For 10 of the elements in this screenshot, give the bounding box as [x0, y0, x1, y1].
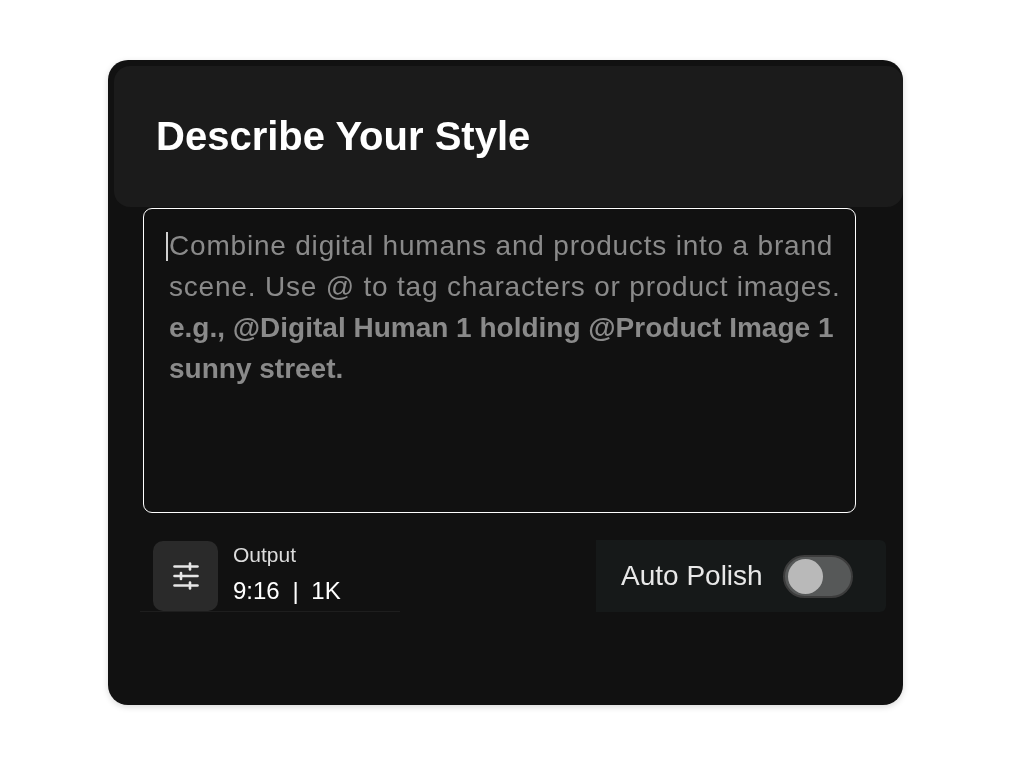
prompt-field[interactable]: Combine digital humans and products into a brand scene. Use @ to tag characters or product images. e.g., @Digital Human 1 holding @Product Image 1 sunny street. — [143, 208, 856, 513]
panel-title: Describe Your Style — [156, 114, 531, 158]
settings-button[interactable] — [153, 541, 218, 611]
auto-polish-label: Auto Polish — [621, 559, 763, 593]
output-label: Output — [233, 543, 298, 567]
text-cursor — [166, 232, 168, 261]
placeholder-text: Combine digital humans and products into a brand scene. Use @ to tag characters or product images. e.g., @Digital Human 1 holding @Product Image 1 sunny street. — [169, 229, 841, 386]
sliders-icon — [172, 562, 199, 590]
auto-polish-toggle[interactable] — [782, 554, 853, 598]
output-value: 9:16 | 1K — [233, 578, 341, 605]
